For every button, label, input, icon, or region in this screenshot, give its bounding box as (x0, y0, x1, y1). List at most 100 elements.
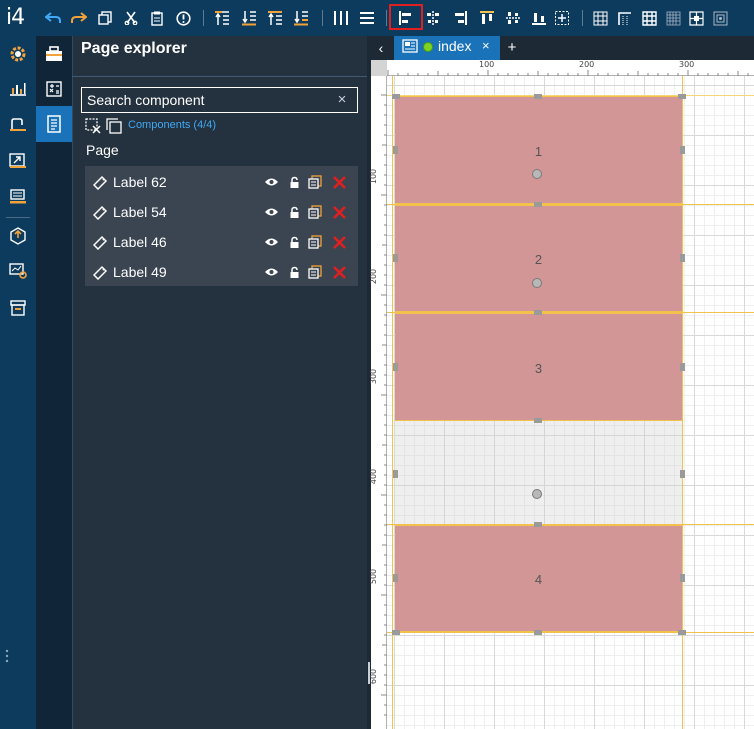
search-clear-button[interactable]: × (333, 90, 351, 110)
lock-icon[interactable] (286, 204, 302, 220)
delete-icon[interactable] (331, 174, 347, 190)
tab-label: index (438, 38, 472, 54)
dashboard-chart-icon[interactable] (0, 71, 36, 107)
label-tag-icon (92, 204, 108, 220)
resize-handle[interactable] (680, 363, 685, 371)
canvas-component[interactable]: 4 (395, 525, 682, 632)
distribute-h-icon[interactable] (332, 9, 350, 27)
ruler-horizontal: 100 200 300 (371, 60, 754, 76)
device-icon[interactable] (0, 107, 36, 143)
canvas-component[interactable]: 2 (395, 205, 682, 312)
grid-dense-icon[interactable] (664, 9, 682, 27)
redo-icon[interactable] (70, 9, 88, 27)
rotate-handle[interactable] (532, 489, 542, 499)
align-bottom-icon[interactable] (530, 9, 548, 27)
canvas-component[interactable]: 3 (395, 313, 682, 421)
resize-handle[interactable] (534, 202, 542, 207)
resize-handle[interactable] (393, 574, 398, 582)
resize-handle[interactable] (534, 522, 542, 527)
toolbar-separator (582, 10, 583, 26)
grid-icon[interactable] (591, 9, 609, 27)
resize-handle[interactable] (678, 630, 686, 635)
list-item[interactable]: Label 46 (85, 227, 358, 257)
align-top-icon[interactable] (478, 9, 496, 27)
lock-icon[interactable] (286, 234, 302, 250)
add-tab-button[interactable]: + (503, 37, 521, 59)
resize-handle[interactable] (534, 310, 542, 315)
duplicate-icon[interactable] (307, 264, 323, 280)
list-item[interactable]: Label 54 (85, 197, 358, 227)
canvas-empty-slot[interactable] (395, 421, 682, 524)
paste-icon[interactable] (148, 9, 166, 27)
page-list-icon[interactable] (36, 106, 72, 142)
resize-handle[interactable] (393, 254, 398, 262)
search-input[interactable] (81, 87, 358, 113)
tab-scroll-left-button[interactable]: ‹ (372, 37, 390, 59)
send-backward-icon[interactable] (292, 9, 310, 27)
cut-icon[interactable] (122, 9, 140, 27)
align-center-v-icon[interactable] (504, 9, 522, 27)
resize-handle[interactable] (392, 94, 400, 99)
toolbox-icon[interactable] (36, 36, 72, 72)
resize-handle[interactable] (678, 94, 686, 99)
list-item[interactable]: Label 62 (85, 167, 358, 197)
duplicate-icon[interactable] (307, 204, 323, 220)
calculator-icon[interactable] (36, 71, 72, 107)
visibility-eye-icon[interactable] (263, 174, 279, 190)
keyboard-icon[interactable] (0, 179, 36, 215)
component-label: 2 (534, 252, 543, 267)
settings-gear-icon[interactable] (0, 36, 36, 72)
undo-icon[interactable] (44, 9, 62, 27)
duplicate-icon[interactable] (307, 174, 323, 190)
resize-handle[interactable] (393, 470, 398, 478)
components-count-link[interactable]: Components (4/4) (128, 119, 216, 131)
lock-icon[interactable] (286, 264, 302, 280)
list-item-label: Label 62 (113, 174, 167, 190)
visibility-eye-icon[interactable] (263, 264, 279, 280)
archive-icon[interactable] (0, 290, 36, 326)
bring-forward-icon[interactable] (266, 9, 284, 27)
align-center-icon[interactable] (553, 9, 571, 27)
delete-icon[interactable] (331, 204, 347, 220)
visibility-eye-icon[interactable] (263, 234, 279, 250)
align-left-icon[interactable] (397, 9, 415, 27)
rotate-handle[interactable] (532, 169, 542, 179)
export-screen-icon[interactable] (0, 143, 36, 179)
lock-icon[interactable] (286, 174, 302, 190)
align-right-icon[interactable] (451, 9, 469, 27)
canvas-component[interactable]: 1 (395, 96, 682, 204)
select-all-icon[interactable] (106, 118, 122, 134)
resize-handle[interactable] (392, 630, 400, 635)
resize-handle[interactable] (534, 630, 542, 635)
duplicate-icon[interactable] (307, 234, 323, 250)
distribute-v-icon[interactable] (358, 9, 376, 27)
rail-resize-handle[interactable] (5, 648, 9, 664)
bring-front-icon[interactable] (213, 9, 231, 27)
align-center-h-icon[interactable] (424, 9, 442, 27)
monitor-settings-icon[interactable] (0, 253, 36, 289)
resize-handle[interactable] (680, 470, 685, 478)
delete-icon[interactable] (331, 264, 347, 280)
list-item-label: Label 49 (113, 264, 167, 280)
send-back-icon[interactable] (240, 9, 258, 27)
copy-icon[interactable] (96, 9, 114, 27)
resize-handle[interactable] (393, 146, 398, 154)
visibility-eye-icon[interactable] (263, 204, 279, 220)
resize-handle[interactable] (534, 94, 542, 99)
list-item[interactable]: Label 49 (85, 257, 358, 287)
resize-handle[interactable] (534, 418, 542, 423)
alert-icon[interactable] (174, 9, 192, 27)
resize-handle[interactable] (393, 363, 398, 371)
resize-handle[interactable] (680, 254, 685, 262)
resize-handle[interactable] (680, 146, 685, 154)
package-upload-icon[interactable] (0, 218, 36, 254)
grid-snap-icon[interactable] (711, 9, 729, 27)
tab-close-button[interactable]: × (482, 38, 490, 53)
grid-corner-icon[interactable] (615, 9, 633, 27)
clear-selection-icon[interactable] (85, 118, 101, 134)
resize-handle[interactable] (680, 574, 685, 582)
grid-select-icon[interactable] (687, 9, 705, 27)
delete-icon[interactable] (331, 234, 347, 250)
rotate-handle[interactable] (532, 278, 542, 288)
grid-small-icon[interactable] (640, 9, 658, 27)
